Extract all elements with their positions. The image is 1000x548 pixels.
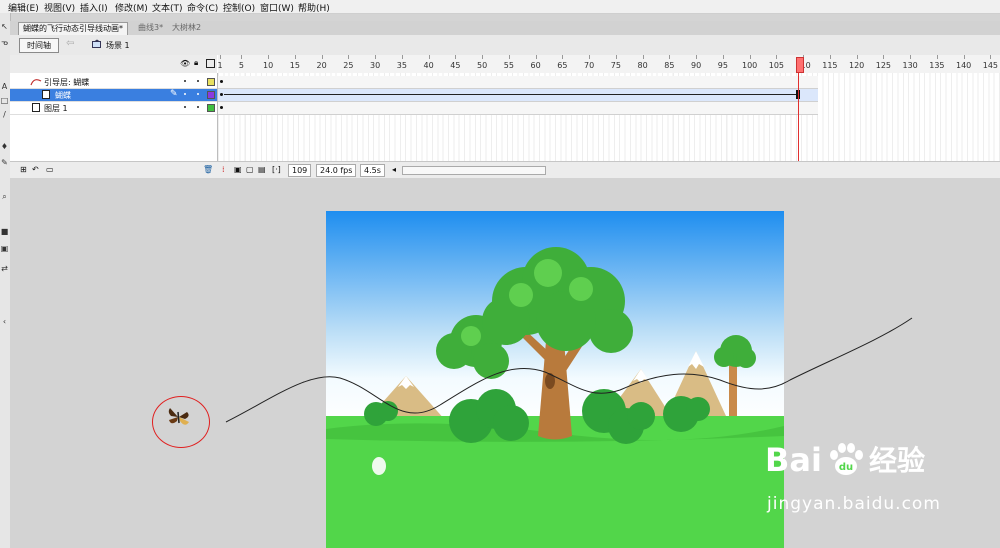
baidu-watermark: Bai du 经验 jingyan.baidu.com	[765, 440, 941, 514]
butterfly-icon[interactable]	[165, 404, 193, 430]
svg-text:du: du	[839, 462, 853, 473]
watermark-brand: Bai	[765, 441, 822, 479]
baidu-paw-icon: du	[830, 443, 863, 475]
watermark-suffix: 经验	[869, 444, 926, 477]
watermark-url: jingyan.baidu.com	[767, 494, 941, 514]
